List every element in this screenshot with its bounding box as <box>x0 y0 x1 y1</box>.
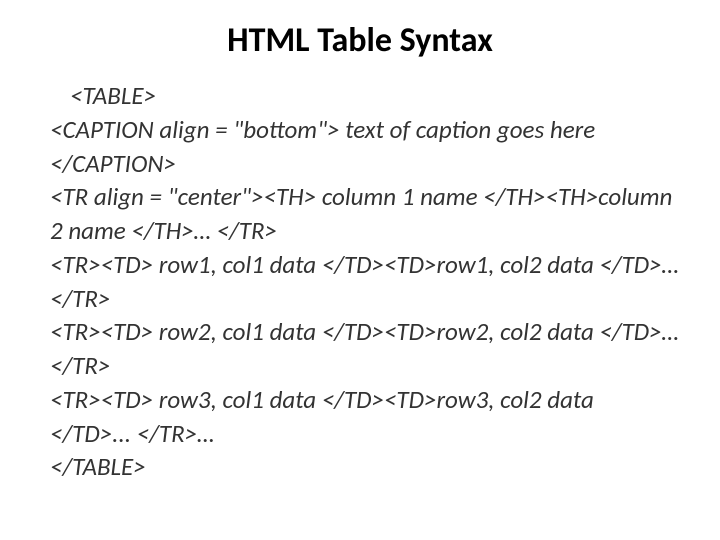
code-line-5: <TR><TD> row2, col1 data </TD><TD>row2, … <box>50 315 680 383</box>
code-line-2: <CAPTION align = "bottom"> text of capti… <box>50 113 680 181</box>
page-title: HTML Table Syntax <box>40 20 680 61</box>
code-block: <TABLE> <CAPTION align = "bottom"> text … <box>40 79 680 484</box>
code-line-7: </TABLE> <box>50 450 680 484</box>
code-line-1: <TABLE> <box>50 79 680 113</box>
code-line-4: <TR><TD> row1, col1 data </TD><TD>row1, … <box>50 248 680 316</box>
code-line-6: <TR><TD> row3, col1 data </TD><TD>row3, … <box>50 383 680 451</box>
code-line-3: <TR align = "center"><TH> column 1 name … <box>50 180 680 248</box>
